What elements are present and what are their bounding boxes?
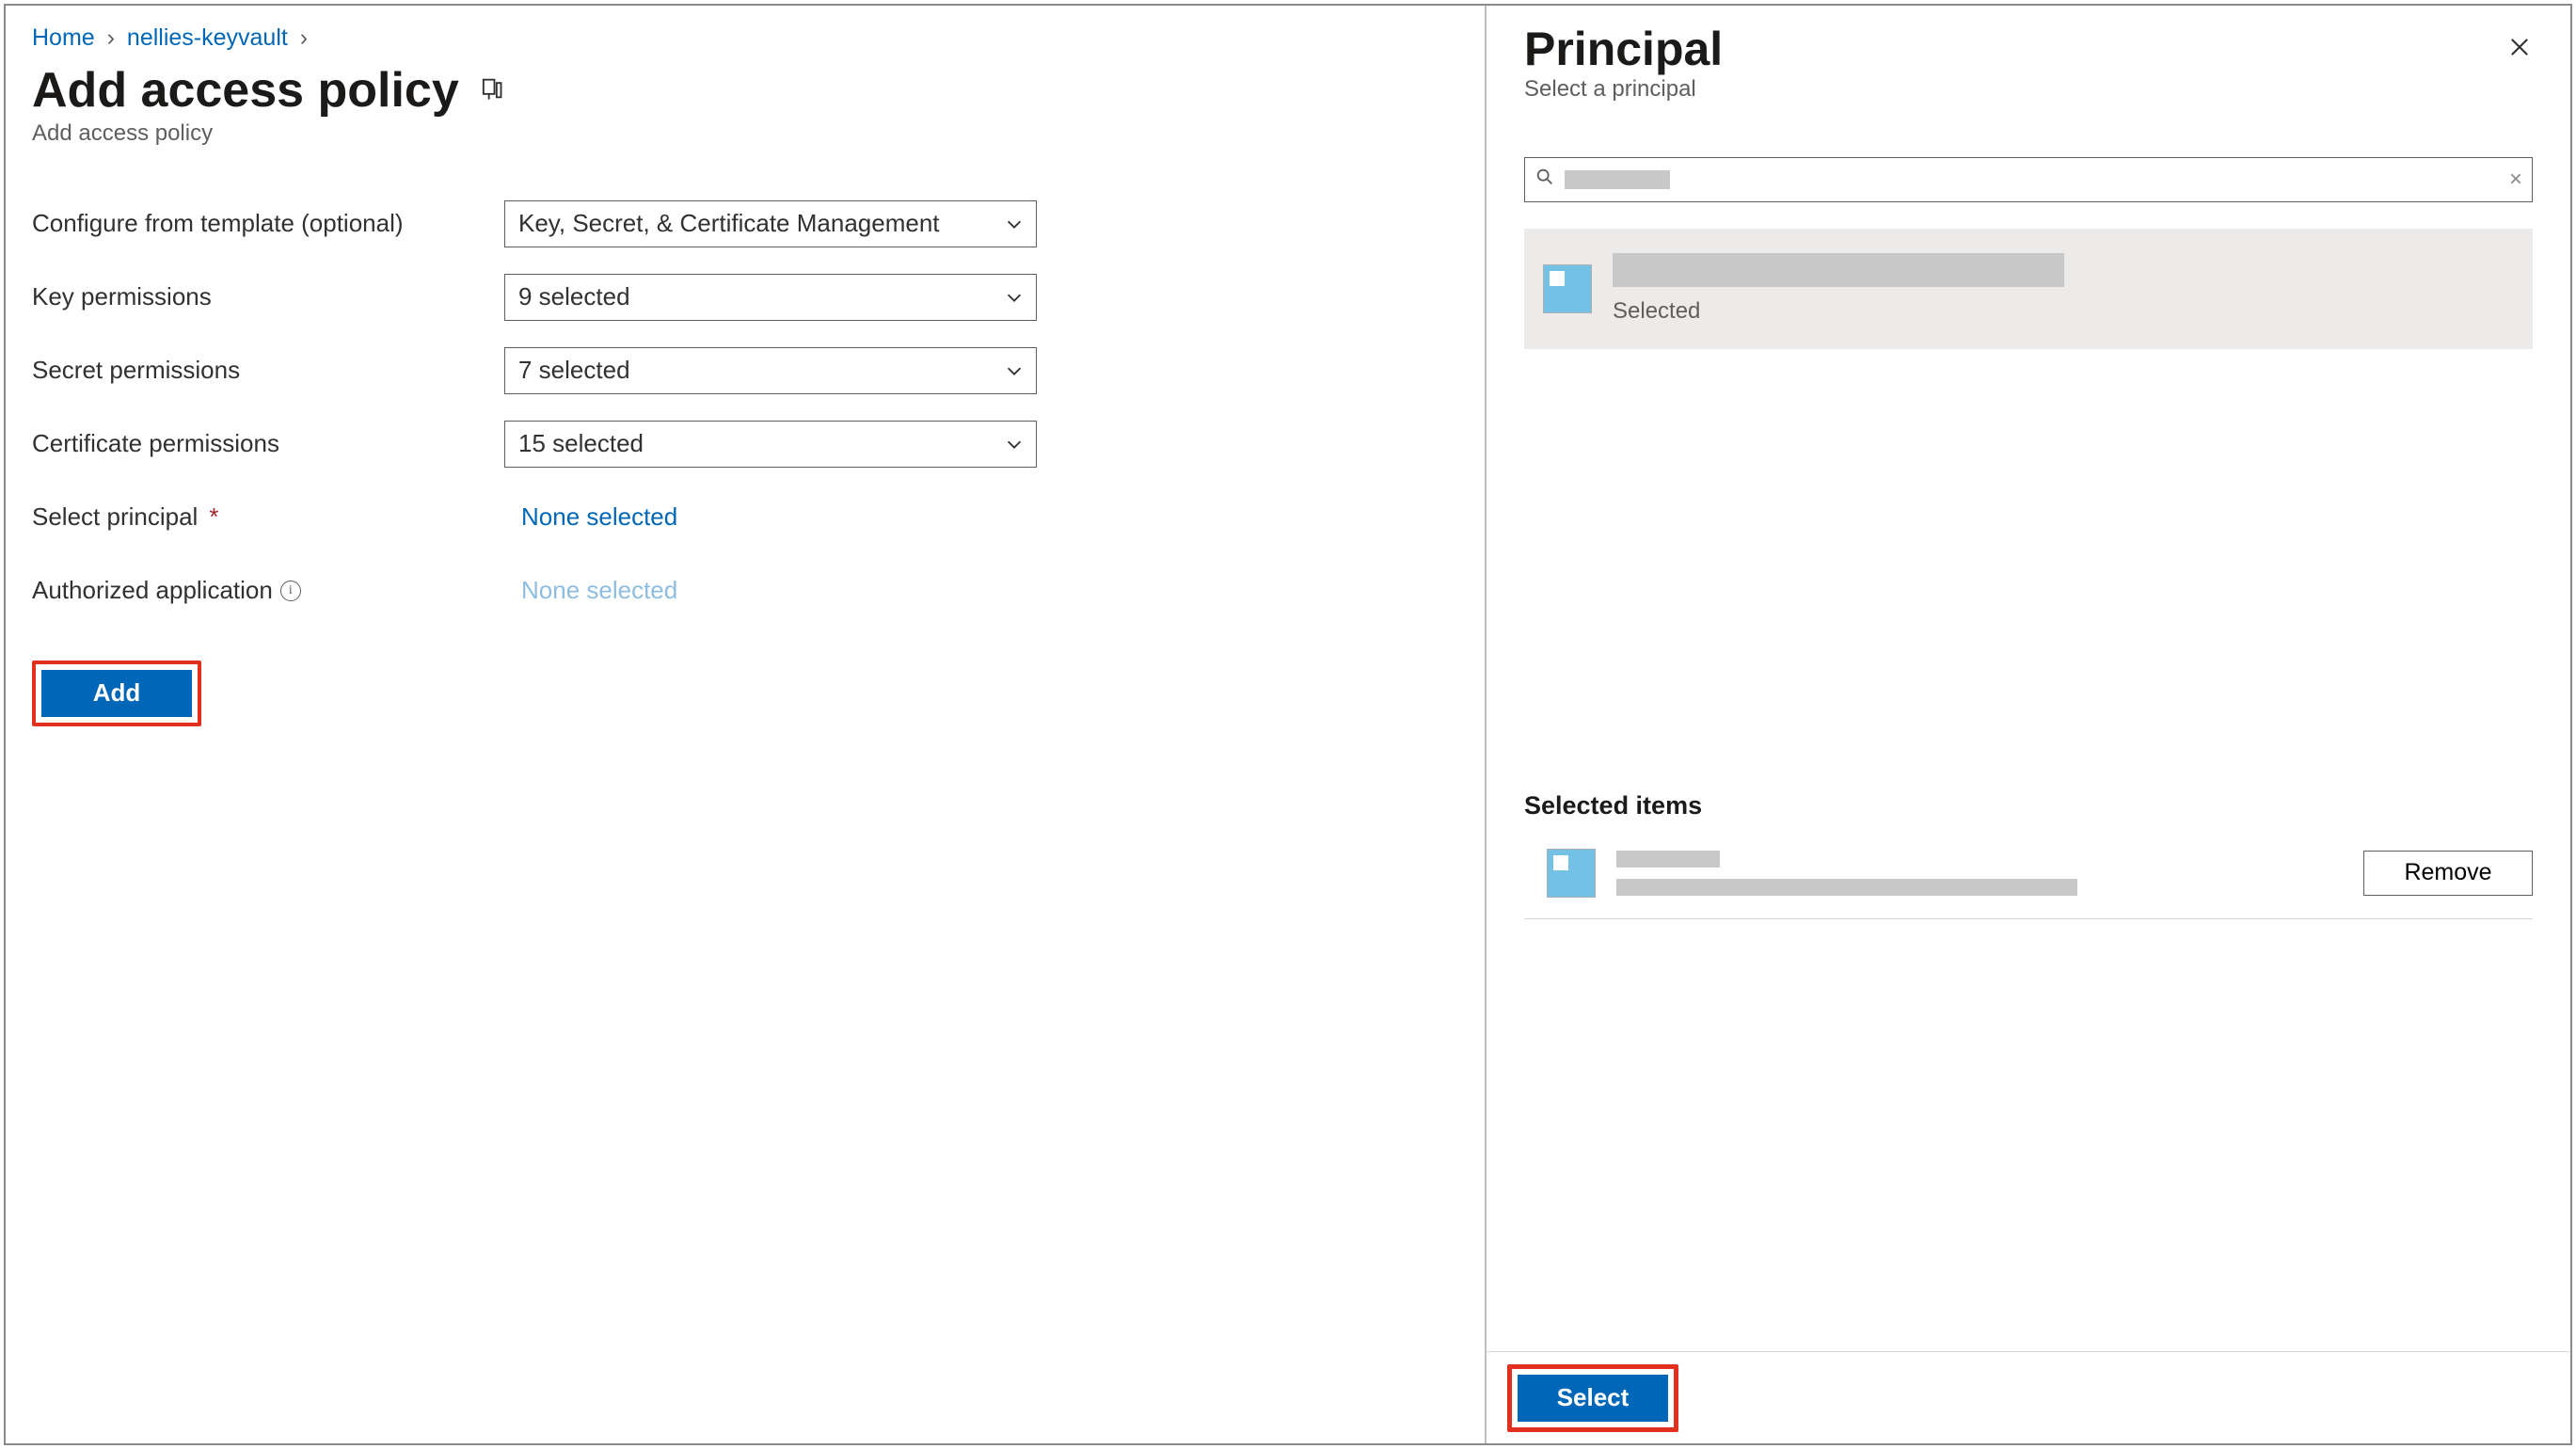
label-principal-text: Select principal xyxy=(32,502,198,532)
principal-blade: Principal Select a principal × Se xyxy=(1485,6,2570,1443)
label-app-text: Authorized application xyxy=(32,576,273,605)
selected-name-redacted xyxy=(1616,851,1720,868)
window-frame: Home › nellies-keyvault › Add access pol… xyxy=(4,4,2572,1445)
row-cert-perms: Certificate permissions 15 selected xyxy=(32,420,1458,469)
chevron-down-icon xyxy=(1004,434,1025,454)
result-body: Selected xyxy=(1613,253,2064,325)
select-button-highlight: Select xyxy=(1507,1364,1678,1432)
search-text-redacted xyxy=(1565,170,1670,189)
label-app: Authorized application i xyxy=(32,576,504,605)
avatar xyxy=(1547,849,1596,898)
title-row: Add access policy xyxy=(32,65,1458,117)
selected-id-redacted xyxy=(1616,879,2077,896)
blade-title: Principal xyxy=(1524,24,1723,74)
blade-footer: Select xyxy=(1487,1351,2570,1443)
select-template-value: Key, Secret, & Certificate Management xyxy=(518,209,940,238)
remove-button[interactable]: Remove xyxy=(2363,851,2533,896)
label-principal: Select principal * xyxy=(32,502,504,532)
select-cert-perms[interactable]: 15 selected xyxy=(504,421,1037,468)
select-template[interactable]: Key, Secret, & Certificate Management xyxy=(504,200,1037,247)
principal-none-link[interactable]: None selected xyxy=(521,502,677,532)
label-template: Configure from template (optional) xyxy=(32,209,504,238)
select-button[interactable]: Select xyxy=(1518,1375,1668,1422)
pin-icon[interactable] xyxy=(478,75,504,106)
chevron-down-icon xyxy=(1004,287,1025,308)
row-key-perms: Key permissions 9 selected xyxy=(32,273,1458,322)
select-secret-perms[interactable]: 7 selected xyxy=(504,347,1037,394)
add-button-highlight: Add xyxy=(32,661,201,726)
select-cert-value: 15 selected xyxy=(518,429,644,458)
breadcrumb-sep-2: › xyxy=(300,24,308,51)
breadcrumb: Home › nellies-keyvault › xyxy=(32,24,1458,52)
row-secret-perms: Secret permissions 7 selected xyxy=(32,346,1458,395)
select-key-perms[interactable]: 9 selected xyxy=(504,274,1037,321)
app-none-text: None selected xyxy=(521,576,677,605)
page-title: Add access policy xyxy=(32,65,459,117)
selected-item-row: Remove xyxy=(1524,849,2533,919)
label-secret-perms: Secret permissions xyxy=(32,356,504,385)
main-pane: Home › nellies-keyvault › Add access pol… xyxy=(6,6,1485,1443)
select-key-value: 9 selected xyxy=(518,282,630,311)
selected-items-heading: Selected items xyxy=(1524,791,2533,820)
close-icon[interactable] xyxy=(2506,34,2533,65)
add-button[interactable]: Add xyxy=(41,670,192,717)
required-asterisk: * xyxy=(209,502,218,532)
blade-header: Principal Select a principal xyxy=(1524,24,2533,103)
form: Configure from template (optional) Key, … xyxy=(32,199,1458,726)
breadcrumb-item[interactable]: nellies-keyvault xyxy=(127,24,288,51)
result-name-redacted xyxy=(1613,253,2064,287)
info-icon[interactable]: i xyxy=(280,581,301,601)
search-icon xyxy=(1534,167,1555,192)
breadcrumb-sep-1: › xyxy=(107,24,115,51)
page-subtitle: Add access policy xyxy=(32,120,1458,147)
select-secret-value: 7 selected xyxy=(518,356,630,385)
row-template: Configure from template (optional) Key, … xyxy=(32,199,1458,248)
chevron-down-icon xyxy=(1004,214,1025,234)
chevron-down-icon xyxy=(1004,360,1025,381)
search-result-row[interactable]: Selected xyxy=(1524,229,2533,349)
avatar xyxy=(1543,264,1592,313)
label-key-perms: Key permissions xyxy=(32,282,504,311)
row-principal: Select principal * None selected xyxy=(32,493,1458,542)
blade-subtitle: Select a principal xyxy=(1524,76,1723,103)
breadcrumb-home[interactable]: Home xyxy=(32,24,95,51)
selected-body xyxy=(1616,851,2343,896)
search-input[interactable]: × xyxy=(1524,157,2533,202)
label-cert-perms: Certificate permissions xyxy=(32,429,504,458)
clear-search-icon[interactable]: × xyxy=(2509,167,2522,193)
result-status: Selected xyxy=(1613,298,2064,325)
row-app: Authorized application i None selected xyxy=(32,566,1458,615)
